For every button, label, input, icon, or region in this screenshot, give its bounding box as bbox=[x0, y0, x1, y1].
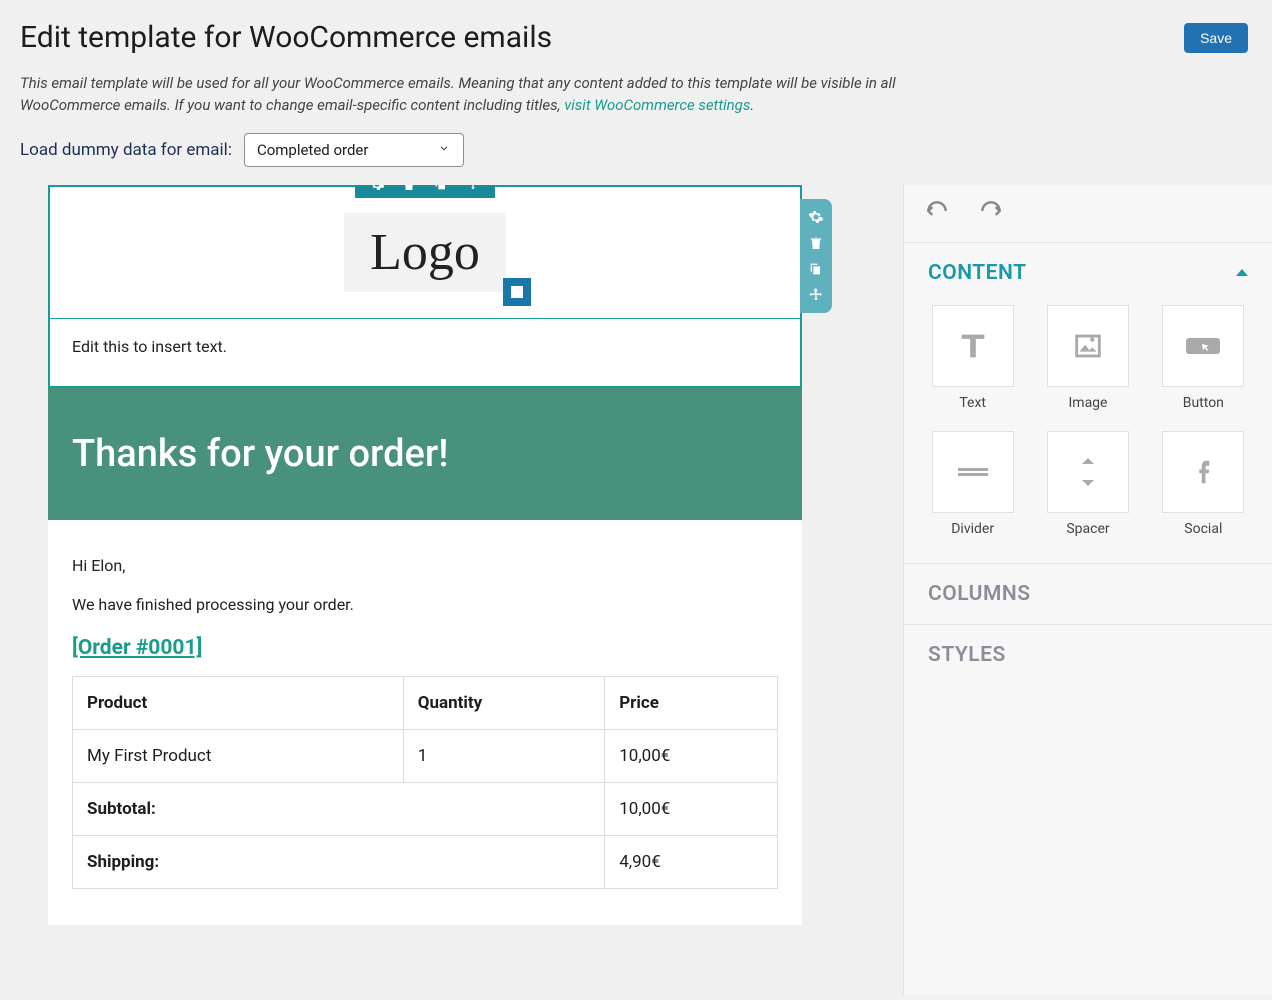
gear-icon[interactable] bbox=[369, 185, 385, 192]
logo-placeholder: Logo bbox=[344, 213, 506, 292]
gear-icon[interactable] bbox=[808, 209, 824, 225]
selected-block[interactable]: Logo Edit this to insert text. bbox=[48, 185, 802, 388]
content-label: Button bbox=[1159, 395, 1248, 411]
panel-content-title: CONTENT bbox=[928, 261, 1027, 285]
header-row: Edit template for WooCommerce emails Sav… bbox=[20, 20, 1248, 55]
dummy-select-value: Completed order bbox=[257, 141, 369, 159]
text-block[interactable]: Edit this to insert text. bbox=[50, 319, 800, 386]
content-item-divider[interactable]: Divider bbox=[928, 431, 1017, 537]
move-icon[interactable] bbox=[808, 287, 824, 303]
workspace: Logo Edit this to insert text. Thanks fo… bbox=[0, 185, 1272, 995]
text-block-content: Edit this to insert text. bbox=[72, 337, 227, 356]
move-icon[interactable] bbox=[465, 185, 481, 192]
panel-content-header[interactable]: CONTENT bbox=[904, 243, 1272, 295]
content-item-image[interactable]: Image bbox=[1043, 305, 1132, 411]
content-label: Image bbox=[1043, 395, 1132, 411]
edit-image-icon[interactable] bbox=[503, 278, 531, 306]
page-title: Edit template for WooCommerce emails bbox=[20, 20, 552, 55]
text-icon bbox=[932, 305, 1014, 387]
cell-price: 10,00€ bbox=[605, 729, 778, 782]
cell-quantity: 1 bbox=[403, 729, 604, 782]
history-bar bbox=[904, 185, 1272, 243]
side-toolbar bbox=[800, 199, 832, 313]
trash-icon[interactable] bbox=[808, 235, 824, 251]
email-canvas[interactable]: Logo Edit this to insert text. Thanks fo… bbox=[48, 185, 802, 925]
chevron-down-icon bbox=[437, 141, 451, 159]
header: Edit template for WooCommerce emails Sav… bbox=[0, 0, 1272, 185]
greeting-text: Hi Elon, bbox=[72, 556, 778, 575]
panel-content-body: Text Image Button Divider bbox=[904, 295, 1272, 563]
processed-text: We have finished processing your order. bbox=[72, 595, 778, 614]
panel-columns-header[interactable]: COLUMNS bbox=[904, 563, 1272, 624]
content-label: Text bbox=[928, 395, 1017, 411]
caret-up-icon bbox=[1236, 269, 1248, 276]
panel-columns-title: COLUMNS bbox=[928, 582, 1031, 606]
table-header-row: Product Quantity Price bbox=[73, 676, 778, 729]
undo-icon[interactable] bbox=[924, 198, 950, 228]
col-quantity: Quantity bbox=[403, 676, 604, 729]
save-button[interactable]: Save bbox=[1184, 23, 1248, 53]
email-body[interactable]: Hi Elon, We have finished processing you… bbox=[48, 520, 802, 925]
content-label: Social bbox=[1159, 521, 1248, 537]
dummy-data-label: Load dummy data for email: bbox=[20, 140, 232, 160]
panel-styles-header[interactable]: STYLES bbox=[904, 624, 1272, 685]
table-row: My First Product 1 10,00€ bbox=[73, 729, 778, 782]
divider-icon bbox=[932, 431, 1014, 513]
woocommerce-settings-link[interactable]: visit WooCommerce settings bbox=[564, 96, 750, 114]
content-label: Spacer bbox=[1043, 521, 1132, 537]
dummy-data-row: Load dummy data for email: Completed ord… bbox=[20, 133, 1248, 167]
summary-value: 4,90€ bbox=[605, 835, 778, 888]
content-label: Divider bbox=[928, 521, 1017, 537]
content-item-text[interactable]: Text bbox=[928, 305, 1017, 411]
dummy-data-select[interactable]: Completed order bbox=[244, 133, 464, 167]
trash-icon[interactable] bbox=[401, 185, 417, 192]
order-table: Product Quantity Price My First Product … bbox=[72, 676, 778, 889]
duplicate-icon[interactable] bbox=[433, 185, 449, 192]
button-icon bbox=[1162, 305, 1244, 387]
panel-styles-title: STYLES bbox=[928, 643, 1006, 667]
description-text: This email template will be used for all… bbox=[20, 74, 896, 114]
content-item-spacer[interactable]: Spacer bbox=[1043, 431, 1132, 537]
redo-icon[interactable] bbox=[978, 198, 1004, 228]
block-toolbar bbox=[355, 185, 495, 198]
social-icon bbox=[1162, 431, 1244, 513]
cell-product: My First Product bbox=[73, 729, 404, 782]
description: This email template will be used for all… bbox=[20, 73, 950, 117]
summary-value: 10,00€ bbox=[605, 782, 778, 835]
spacer-icon bbox=[1047, 431, 1129, 513]
description-text-end: . bbox=[750, 96, 754, 114]
summary-label: Shipping: bbox=[73, 835, 605, 888]
image-icon bbox=[1047, 305, 1129, 387]
summary-row: Subtotal: 10,00€ bbox=[73, 782, 778, 835]
canvas-column: Logo Edit this to insert text. Thanks fo… bbox=[0, 185, 903, 995]
duplicate-icon[interactable] bbox=[808, 261, 824, 277]
summary-label: Subtotal: bbox=[73, 782, 605, 835]
sidebar: CONTENT Text Image Button bbox=[903, 185, 1272, 995]
content-item-social[interactable]: Social bbox=[1159, 431, 1248, 537]
email-banner[interactable]: Thanks for your order! bbox=[48, 388, 802, 520]
order-link[interactable]: [Order #0001] bbox=[72, 636, 778, 660]
logo-block[interactable]: Logo bbox=[50, 187, 800, 319]
col-price: Price bbox=[605, 676, 778, 729]
content-item-button[interactable]: Button bbox=[1159, 305, 1248, 411]
col-product: Product bbox=[73, 676, 404, 729]
banner-title: Thanks for your order! bbox=[72, 432, 778, 476]
summary-row: Shipping: 4,90€ bbox=[73, 835, 778, 888]
